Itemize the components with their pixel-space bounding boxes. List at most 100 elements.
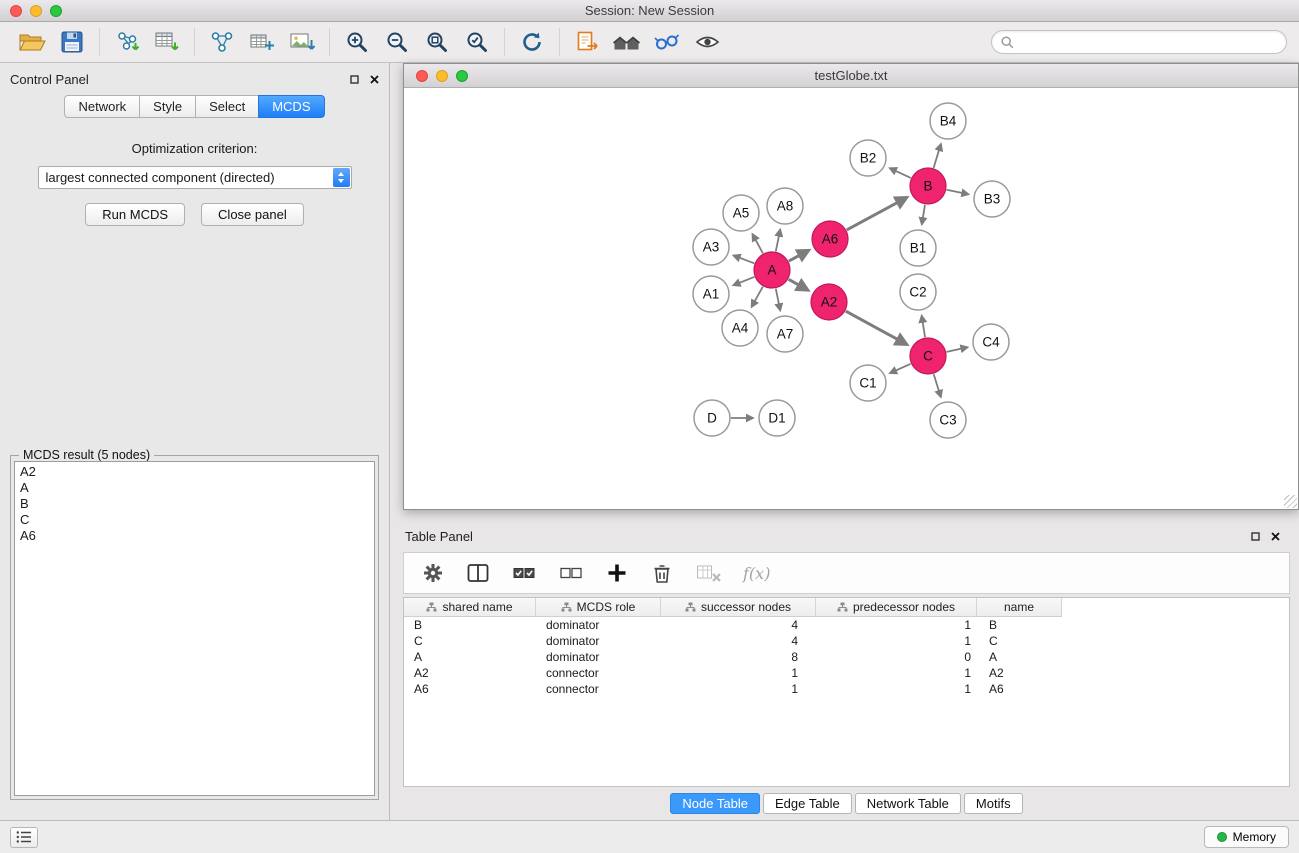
- first-neighbors-button[interactable]: [607, 25, 647, 59]
- function-builder-button[interactable]: f(x): [743, 564, 770, 583]
- tab-select[interactable]: Select: [195, 95, 259, 118]
- pane-divider[interactable]: [403, 510, 1299, 520]
- network-minimize-button[interactable]: [436, 70, 448, 82]
- zoom-window-button[interactable]: [50, 5, 62, 17]
- tab-node-table[interactable]: Node Table: [670, 793, 760, 814]
- graph-edge-A-A8[interactable]: [776, 230, 780, 252]
- column-header-name[interactable]: name: [977, 598, 1062, 616]
- glasses-icon: [654, 31, 680, 53]
- close-table-panel-icon[interactable]: [1271, 532, 1280, 541]
- close-window-button[interactable]: [10, 5, 22, 17]
- network-canvas[interactable]: B4B2BB3A5A8A6B1A3AC2A1A2A4A7C4CC1C3DD1: [404, 88, 1298, 509]
- table-toolbar: f(x): [403, 552, 1290, 594]
- graph-edge-A-A6[interactable]: [789, 250, 809, 261]
- delete-table-button[interactable]: [694, 556, 724, 590]
- table-row[interactable]: A6connector11A6: [404, 681, 1289, 697]
- save-session-button[interactable]: [52, 25, 92, 59]
- tab-style[interactable]: Style: [139, 95, 196, 118]
- graph-edge-A-A5[interactable]: [752, 234, 762, 253]
- run-mcds-button[interactable]: Run MCDS: [85, 203, 185, 226]
- delete-rows-button[interactable]: [649, 556, 675, 590]
- window-resize-grip[interactable]: [1284, 495, 1297, 508]
- toolbar-separator: [99, 28, 100, 56]
- graph-edge-C-C3[interactable]: [934, 374, 941, 397]
- graph-node-label: B1: [910, 241, 927, 256]
- search-input[interactable]: [1020, 35, 1277, 50]
- zoom-selected-button[interactable]: [457, 25, 497, 59]
- graph-edge-B-B1[interactable]: [922, 205, 925, 225]
- criterion-dropdown[interactable]: largest connected component (directed): [38, 166, 352, 189]
- network-from-selection-button[interactable]: [567, 25, 607, 59]
- graph-edge-B-B4[interactable]: [934, 144, 941, 168]
- memory-button[interactable]: Memory: [1204, 826, 1289, 848]
- new-table-button[interactable]: [242, 25, 282, 59]
- window-titlebar: Session: New Session: [0, 0, 1299, 22]
- homes-icon: [613, 32, 641, 52]
- refresh-icon: [520, 30, 544, 54]
- show-graphics-details-button[interactable]: [647, 25, 687, 59]
- table-row[interactable]: Adominator80A: [404, 649, 1289, 665]
- graph-edge-C-C2[interactable]: [922, 316, 925, 338]
- network-zoom-button[interactable]: [456, 70, 468, 82]
- column-header-mcds-role[interactable]: MCDS role: [536, 598, 661, 616]
- graph-edge-B-B3[interactable]: [947, 190, 969, 194]
- column-header-shared-name[interactable]: shared name: [404, 598, 536, 616]
- minimize-window-button[interactable]: [30, 5, 42, 17]
- gear-icon: [422, 562, 444, 584]
- zoom-selected-icon: [465, 30, 489, 54]
- close-panel-icon[interactable]: [370, 75, 379, 84]
- deselect-all-rows-button[interactable]: [557, 556, 585, 590]
- mcds-result-item[interactable]: A6: [20, 528, 369, 544]
- table-cell: A6: [404, 681, 536, 697]
- graph-edge-A-A4[interactable]: [752, 287, 763, 307]
- fit-content-button[interactable]: [417, 25, 457, 59]
- mcds-result-item[interactable]: C: [20, 512, 369, 528]
- mcds-result-item[interactable]: B: [20, 496, 369, 512]
- zoom-out-button[interactable]: [377, 25, 417, 59]
- float-table-panel-icon[interactable]: [1251, 532, 1260, 541]
- graph-edge-A-A2[interactable]: [789, 279, 809, 290]
- graph-edge-A-A7[interactable]: [776, 289, 780, 311]
- tab-edge-table[interactable]: Edge Table: [763, 793, 852, 814]
- graph-edge-A2-C[interactable]: [846, 311, 907, 344]
- import-table-from-file-button[interactable]: [147, 25, 187, 59]
- tab-motifs[interactable]: Motifs: [964, 793, 1023, 814]
- tab-mcds[interactable]: MCDS: [258, 95, 324, 118]
- table-cell: connector: [536, 665, 661, 681]
- toggle-bird-eye-view-button[interactable]: [687, 25, 727, 59]
- close-panel-button[interactable]: Close panel: [201, 203, 304, 226]
- mcds-result-item[interactable]: A2: [20, 464, 369, 480]
- graph-edge-A-A3[interactable]: [733, 255, 754, 263]
- column-header-predecessor-nodes[interactable]: predecessor nodes: [816, 598, 977, 616]
- export-image-button[interactable]: [282, 25, 322, 59]
- network-graph[interactable]: B4B2BB3A5A8A6B1A3AC2A1A2A4A7C4CC1C3DD1: [404, 88, 1298, 507]
- float-panel-icon[interactable]: [350, 75, 359, 84]
- graph-node-label: C2: [909, 285, 926, 300]
- mcds-result-item[interactable]: A: [20, 480, 369, 496]
- table-row[interactable]: A2connector11A2: [404, 665, 1289, 681]
- column-visibility-button[interactable]: [465, 556, 491, 590]
- zoom-in-button[interactable]: [337, 25, 377, 59]
- tab-network[interactable]: Network: [64, 95, 140, 118]
- table-row[interactable]: Bdominator41B: [404, 617, 1289, 633]
- control-panel-tabs: Network Style Select MCDS: [0, 95, 389, 118]
- graph-edge-C-C1[interactable]: [890, 364, 911, 373]
- refresh-layout-button[interactable]: [512, 25, 552, 59]
- show-task-history-button[interactable]: [10, 827, 38, 848]
- network-close-button[interactable]: [416, 70, 428, 82]
- open-session-button[interactable]: [12, 25, 52, 59]
- graph-edge-A6-B[interactable]: [847, 197, 907, 230]
- table-cell: A: [977, 649, 1062, 665]
- graph-edge-A-A1[interactable]: [733, 277, 754, 285]
- table-settings-button[interactable]: [420, 556, 446, 590]
- tab-network-table[interactable]: Network Table: [855, 793, 961, 814]
- column-header-successor-nodes[interactable]: successor nodes: [661, 598, 816, 616]
- import-network-from-file-button[interactable]: [107, 25, 147, 59]
- graph-edge-B-B2[interactable]: [890, 168, 911, 178]
- search-box[interactable]: [991, 30, 1287, 54]
- select-all-rows-button[interactable]: [510, 556, 538, 590]
- add-row-button[interactable]: [604, 556, 630, 590]
- table-row[interactable]: Cdominator41C: [404, 633, 1289, 649]
- new-network-button[interactable]: [202, 25, 242, 59]
- graph-edge-C-C4[interactable]: [947, 347, 968, 352]
